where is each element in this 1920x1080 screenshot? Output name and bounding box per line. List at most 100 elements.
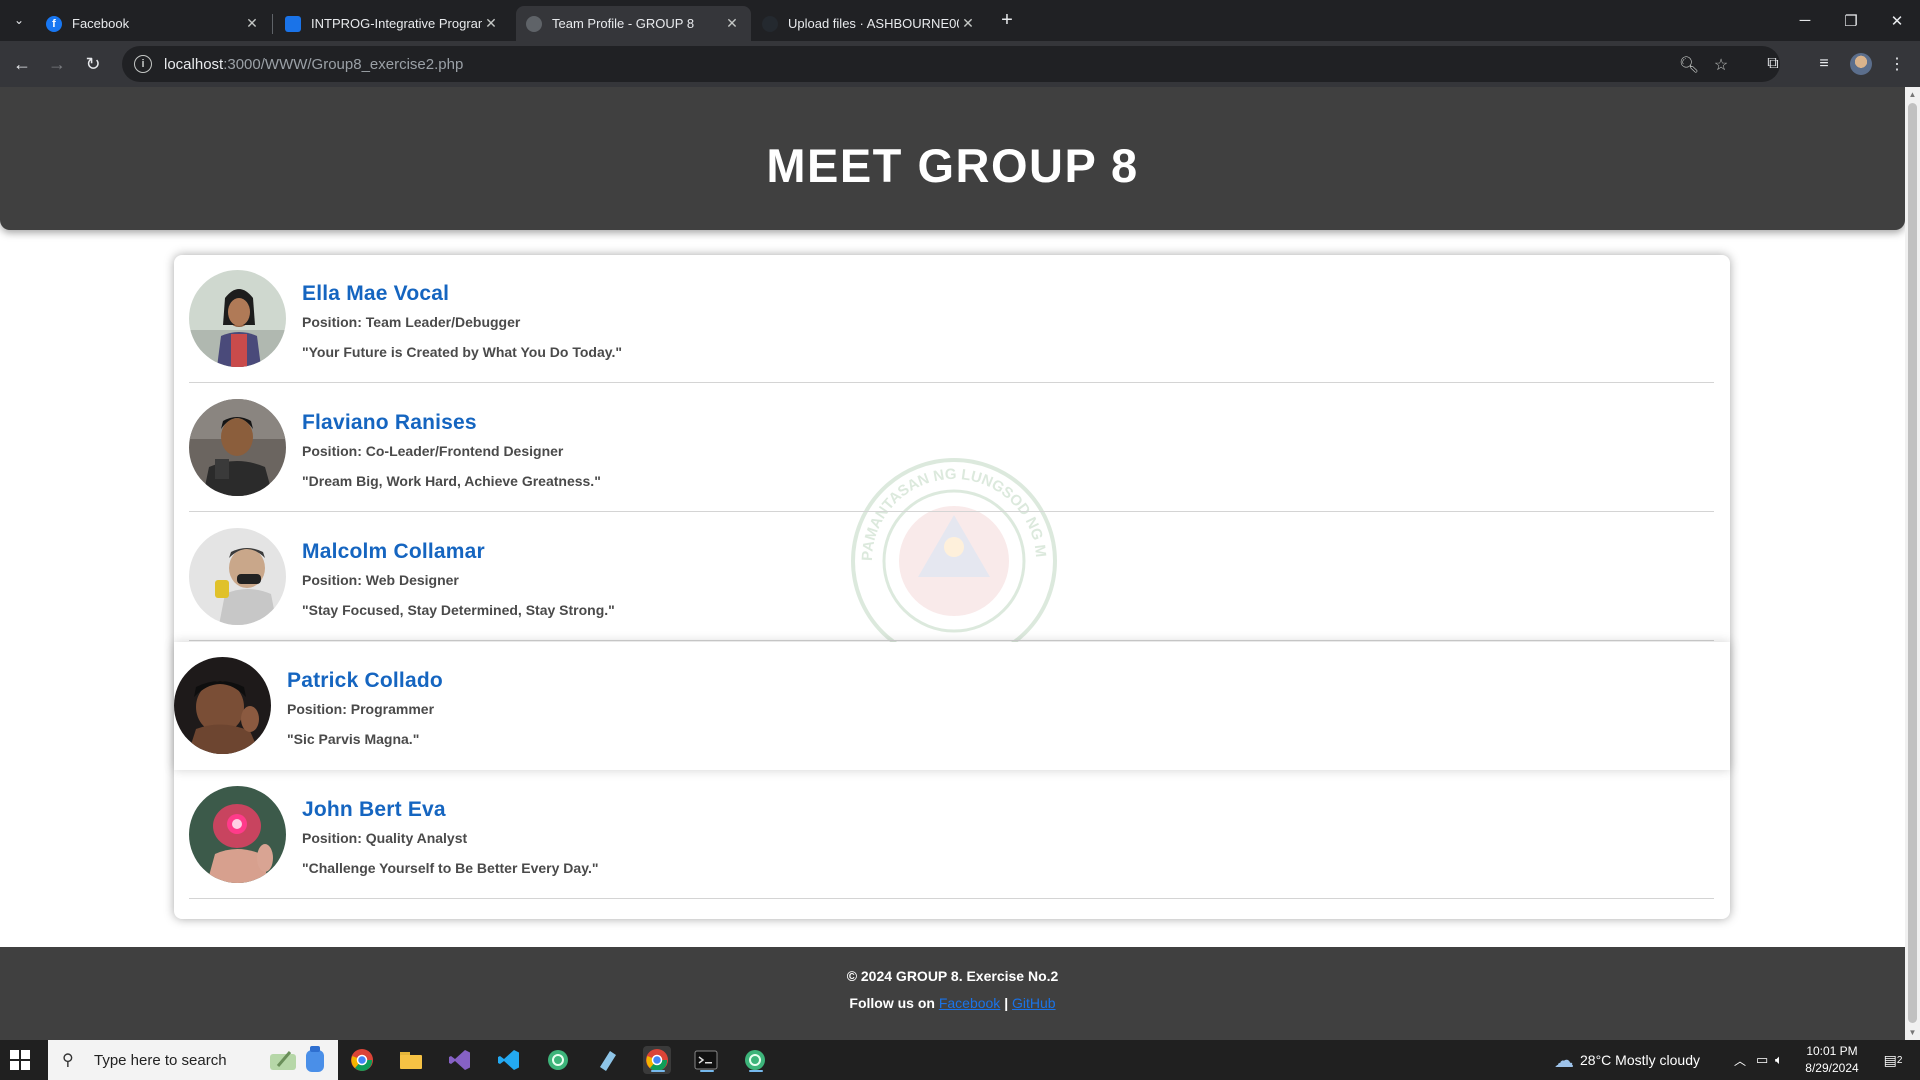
github-link[interactable]: GitHub xyxy=(1012,995,1056,1011)
classroom-icon xyxy=(285,15,301,32)
app-green-icon[interactable] xyxy=(544,1046,572,1074)
member-position: Position: Quality Analyst xyxy=(302,830,468,846)
member-name: Flaviano Ranises xyxy=(302,411,477,434)
page-scrollbar[interactable]: ▲ ▼ xyxy=(1905,87,1920,1040)
follow-links: Follow us on Facebook | GitHub xyxy=(0,995,1905,1011)
restore-icon: ❐ xyxy=(1844,12,1858,30)
tab-title: Team Profile - GROUP 8 xyxy=(552,16,695,31)
clock-date: 8/29/2024 xyxy=(1805,1061,1859,1075)
forward-button[interactable]: → xyxy=(43,50,71,78)
scroll-up-arrow-icon[interactable]: ▲ xyxy=(1905,87,1920,102)
link-separator: | xyxy=(1004,995,1009,1011)
tray-chevron-up-icon[interactable]: ︿ xyxy=(1734,1040,1746,1080)
member-name: Patrick Collado xyxy=(287,669,443,692)
globe-icon xyxy=(526,15,542,32)
member-info: Flaviano Ranises Position: Co-Leader/Fro… xyxy=(302,411,601,489)
network-icon[interactable]: ▭ xyxy=(1756,1040,1768,1080)
extensions-icon[interactable]: ⧉ xyxy=(1762,53,1784,75)
close-icon: ✕ xyxy=(1890,12,1904,30)
tab-title: Upload files · ASHBOURNE007/ xyxy=(788,16,959,31)
facebook-link[interactable]: Facebook xyxy=(939,995,1000,1011)
close-tab-icon[interactable]: ✕ xyxy=(243,15,261,32)
info-icon[interactable]: i xyxy=(134,55,152,73)
arrow-left-icon: ← xyxy=(13,53,31,74)
search-placeholder: Type here to search xyxy=(94,1051,227,1069)
tab-search-button[interactable]: ⌄ xyxy=(6,8,32,32)
member-row-hovered: Patrick Collado Position: Programmer "Si… xyxy=(174,642,1730,770)
member-quote: "Stay Focused, Stay Determined, Stay Str… xyxy=(302,602,615,618)
address-bar[interactable]: i localhost:3000/WWW/Group8_exercise2.ph… xyxy=(122,46,1780,82)
visual-studio-icon[interactable] xyxy=(446,1046,474,1074)
tab-team-profile[interactable]: Team Profile - GROUP 8 ✕ xyxy=(516,6,751,41)
search-highlight-icon xyxy=(270,1046,324,1072)
url-text: localhost:3000/WWW/Group8_exercise2.php xyxy=(164,56,463,73)
scroll-down-arrow-icon[interactable]: ▼ xyxy=(1905,1025,1920,1040)
zoom-icon[interactable]: 🔍︎ xyxy=(1678,54,1700,76)
member-position: Position: Web Designer xyxy=(302,572,459,588)
browser-tab-strip: ⌄ f Facebook ✕ INTPROG-Integrative Progr… xyxy=(0,0,1920,41)
member-photo xyxy=(189,399,286,496)
site-footer: © 2024 GROUP 8. Exercise No.2 Follow us … xyxy=(0,947,1905,1040)
member-photo xyxy=(189,270,286,367)
arrow-right-icon: → xyxy=(48,53,66,74)
facebook-icon: f xyxy=(46,15,62,32)
member-name: John Bert Eva xyxy=(302,798,446,821)
member-row: Flaviano Ranises Position: Co-Leader/Fro… xyxy=(189,384,1714,512)
tab-upload-files[interactable]: Upload files · ASHBOURNE007/ ✕ xyxy=(752,6,987,41)
member-photo xyxy=(189,786,286,883)
member-row: Ella Mae Vocal Position: Team Leader/Deb… xyxy=(189,255,1714,383)
vscode-icon[interactable] xyxy=(495,1046,523,1074)
member-quote: "Sic Parvis Magna." xyxy=(287,731,420,747)
tab-intprog[interactable]: INTPROG-Integrative Programming ✕ xyxy=(275,6,510,41)
reload-button[interactable]: ↻ xyxy=(79,50,107,78)
member-name: Malcolm Collamar xyxy=(302,540,485,563)
notepad-icon[interactable] xyxy=(593,1046,621,1074)
new-tab-button[interactable]: + xyxy=(993,8,1021,32)
member-quote: "Challenge Yourself to Be Better Every D… xyxy=(302,860,599,876)
member-info: Ella Mae Vocal Position: Team Leader/Deb… xyxy=(302,282,622,360)
weather-text: 28°C Mostly cloudy xyxy=(1580,1052,1700,1068)
notification-center-icon[interactable]: ▤ 2 xyxy=(1880,1048,1906,1072)
clock-time: 10:01 PM xyxy=(1806,1044,1858,1058)
taskbar-clock[interactable]: 10:01 PM 8/29/2024 xyxy=(1792,1043,1872,1077)
member-quote: "Dream Big, Work Hard, Achieve Greatness… xyxy=(302,473,601,489)
minimize-button[interactable]: ─ xyxy=(1782,0,1828,41)
bookmark-star-icon[interactable]: ☆ xyxy=(1710,54,1732,76)
member-position: Position: Co-Leader/Frontend Designer xyxy=(302,443,564,459)
minimize-icon: ─ xyxy=(1799,12,1811,29)
taskbar-search-box[interactable]: ⚲ Type here to search xyxy=(48,1040,338,1080)
close-window-button[interactable]: ✕ xyxy=(1874,0,1920,41)
member-photo xyxy=(189,528,286,625)
page-title: MEET GROUP 8 xyxy=(766,138,1139,192)
chrome-active-taskbar-icon[interactable] xyxy=(643,1046,671,1074)
follow-prefix: Follow us on xyxy=(849,995,935,1011)
tab-title: INTPROG-Integrative Programming xyxy=(311,16,482,31)
scroll-thumb[interactable] xyxy=(1908,103,1917,1023)
back-button[interactable]: ← xyxy=(8,50,36,78)
member-info: Malcolm Collamar Position: Web Designer … xyxy=(302,540,615,618)
member-row: John Bert Eva Position: Quality Analyst … xyxy=(189,771,1714,899)
file-explorer-icon[interactable] xyxy=(397,1046,425,1074)
member-info: Patrick Collado Position: Programmer "Si… xyxy=(287,669,443,747)
restore-button[interactable]: ❐ xyxy=(1828,0,1874,41)
weather-widget[interactable]: ☁ 28°C Mostly cloudy xyxy=(1554,1040,1700,1080)
terminal-icon[interactable] xyxy=(692,1046,720,1074)
close-tab-icon[interactable]: ✕ xyxy=(723,15,741,32)
member-photo xyxy=(174,657,271,754)
page-viewport: MEET GROUP 8 PAMANTASAN NG LUNGSOD NG MU… xyxy=(0,87,1905,1040)
profile-avatar-icon[interactable] xyxy=(1850,53,1872,75)
more-menu-icon[interactable]: ⋮ xyxy=(1886,53,1908,75)
close-tab-icon[interactable]: ✕ xyxy=(959,15,977,32)
search-icon: ⚲ xyxy=(62,1052,74,1069)
app-green-2-icon[interactable] xyxy=(741,1046,769,1074)
site-header: MEET GROUP 8 xyxy=(0,87,1905,230)
windows-start-icon[interactable] xyxy=(10,1050,30,1070)
plus-icon: + xyxy=(1001,8,1013,31)
media-controls-icon[interactable]: ≡ xyxy=(1813,53,1835,75)
url-path: :3000/WWW/Group8_exercise2.php xyxy=(223,55,464,73)
member-position: Position: Team Leader/Debugger xyxy=(302,314,521,330)
tab-facebook[interactable]: f Facebook ✕ xyxy=(36,6,271,41)
chrome-taskbar-icon[interactable] xyxy=(348,1046,376,1074)
close-tab-icon[interactable]: ✕ xyxy=(482,15,500,32)
volume-icon[interactable]: 🔈︎ xyxy=(1775,1040,1783,1080)
